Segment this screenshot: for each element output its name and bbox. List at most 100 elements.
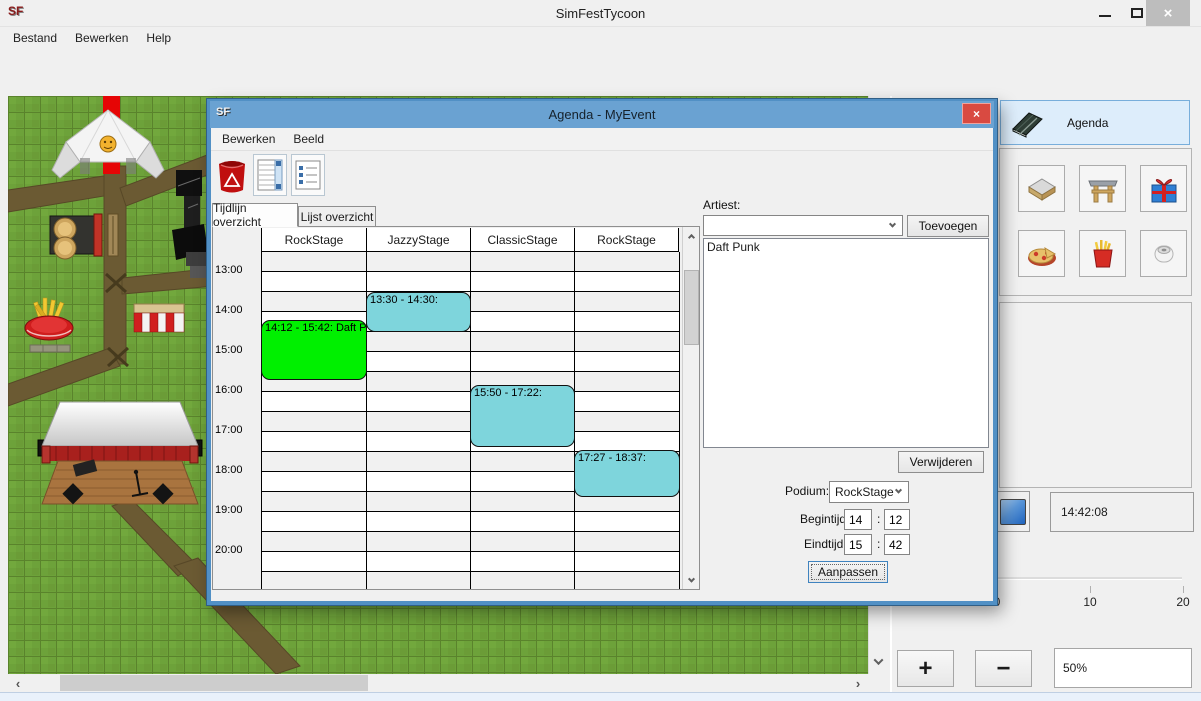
schedule-event[interactable]: 14:12 - 15:42: Daft Punk xyxy=(261,320,367,380)
artist-label: Artiest: xyxy=(703,198,740,212)
grid-scroll-down[interactable] xyxy=(683,572,700,589)
agenda-button[interactable]: Agenda xyxy=(1000,100,1190,145)
dialog-menu-beeld[interactable]: Beeld xyxy=(284,129,333,149)
map-hscroll-thumb[interactable] xyxy=(60,675,368,691)
agenda-dialog: SF Agenda - MyEvent × BewerkenBeeld xyxy=(207,99,997,605)
menu-bewerken[interactable]: Bewerken xyxy=(66,28,137,48)
grid-scroll-thumb[interactable] xyxy=(684,270,699,345)
titlebar: SF SimFestTycoon × xyxy=(0,0,1201,26)
grid-scrollbar[interactable] xyxy=(682,227,699,589)
agenda-button-label: Agenda xyxy=(1067,116,1108,130)
burger-stand xyxy=(50,214,118,259)
dialog-titlebar[interactable]: SF Agenda - MyEvent × xyxy=(210,101,994,128)
artist-listbox[interactable]: Daft Punk xyxy=(703,238,989,448)
dialog-close-button[interactable]: × xyxy=(962,103,991,124)
menu-bestand[interactable]: Bestand xyxy=(4,28,66,48)
zoom-out-button[interactable]: − xyxy=(975,650,1032,687)
list-view-icon xyxy=(295,160,321,190)
schedule-event[interactable]: 13:30 - 14:30: xyxy=(366,292,471,332)
delete-bin-button[interactable] xyxy=(215,158,249,196)
hour-label: 16:00 xyxy=(215,384,259,396)
chevron-down-icon xyxy=(895,487,902,494)
item-button-torii-gate[interactable] xyxy=(1079,165,1126,212)
fries-icon xyxy=(1086,238,1120,270)
timeline-view-button[interactable] xyxy=(253,154,287,196)
dialog-menu-bewerken[interactable]: Bewerken xyxy=(213,129,284,149)
agenda-book-icon xyxy=(1009,107,1045,139)
end-time-label: Eindtijd: xyxy=(804,537,847,551)
zoom-level-value: 50% xyxy=(1063,661,1087,675)
begin-hour-input[interactable] xyxy=(844,509,872,530)
scroll-right-icon: › xyxy=(850,674,866,692)
remove-artist-button[interactable]: Verwijderen xyxy=(898,451,984,473)
stage-header: RockStage xyxy=(574,228,679,252)
stage-header: RockStage xyxy=(261,228,366,252)
end-hour-input[interactable] xyxy=(844,534,872,555)
play-icon xyxy=(1000,499,1026,525)
artist-list-item[interactable]: Daft Punk xyxy=(704,239,988,255)
stage-header: ClassicStage xyxy=(470,228,574,252)
scroll-left-icon: ‹ xyxy=(10,674,26,692)
begin-time-label: Begintijd: xyxy=(800,512,849,526)
tab-tijdlijn-overzicht[interactable]: Tijdlijn overzicht xyxy=(212,203,298,227)
schedule-event[interactable]: 17:27 - 18:37: xyxy=(574,450,680,497)
hour-label: 19:00 xyxy=(215,504,259,516)
close-button[interactable]: × xyxy=(1146,0,1190,26)
hour-label: 14:00 xyxy=(215,304,259,316)
clock-time: 14:42:08 xyxy=(1061,505,1108,519)
slider-tick xyxy=(1090,586,1091,593)
hour-label: 17:00 xyxy=(215,424,259,436)
schedule-event[interactable]: 15:50 - 17:22: xyxy=(470,385,575,446)
schedule-grid[interactable]: RockStageJazzyStageClassicStageRockStage… xyxy=(212,226,700,590)
platform-icon xyxy=(1025,173,1059,205)
tab-lijst-overzicht[interactable]: Lijst overzicht xyxy=(298,206,376,227)
hour-label: 20:00 xyxy=(215,544,259,556)
podium-combo[interactable]: RockStage xyxy=(829,481,909,503)
grid-scroll-up[interactable] xyxy=(683,227,700,244)
time-separator: : xyxy=(877,537,880,551)
dialog-title: Agenda - MyEvent xyxy=(210,107,994,122)
item-button-fries[interactable] xyxy=(1079,230,1126,277)
chevron-down-icon xyxy=(889,221,896,228)
pizza-icon xyxy=(1025,238,1059,270)
apply-button[interactable]: Aanpassen xyxy=(808,561,888,583)
item-button-pizza[interactable] xyxy=(1018,230,1065,277)
maximize-icon xyxy=(1131,8,1143,18)
slider-label: 20 xyxy=(1168,595,1198,609)
main-menubar: BestandBewerkenHelp xyxy=(0,26,1201,48)
podium-label: Podium: xyxy=(785,484,829,498)
end-minute-input[interactable] xyxy=(884,534,910,555)
app-title: SimFestTycoon xyxy=(0,6,1201,21)
begin-minute-input[interactable] xyxy=(884,509,910,530)
clock-display: 14:42:08 xyxy=(1050,492,1194,532)
timeline-view-icon xyxy=(257,159,283,191)
map-horizontal-scrollbar[interactable]: ‹ › xyxy=(8,674,868,692)
list-view-button[interactable] xyxy=(291,154,325,196)
zoom-level-box[interactable]: 50% xyxy=(1054,648,1192,688)
menu-help[interactable]: Help xyxy=(137,28,180,48)
scroll-down-icon xyxy=(874,655,884,665)
recycle-bin-icon xyxy=(215,158,249,196)
stage-header: JazzyStage xyxy=(366,228,470,252)
item-button-platform[interactable] xyxy=(1018,165,1065,212)
podium-combo-value: RockStage xyxy=(835,485,894,499)
info-box xyxy=(999,302,1192,488)
slider-tick xyxy=(1183,586,1184,593)
main-stage xyxy=(38,402,202,504)
statusbar xyxy=(0,692,1201,701)
zoom-in-button[interactable]: + xyxy=(897,650,954,687)
torii-gate-icon xyxy=(1086,173,1120,205)
gift-icon xyxy=(1147,173,1181,205)
add-artist-button[interactable]: Toevoegen xyxy=(907,215,989,237)
ticket-booth xyxy=(134,304,184,332)
item-button-toilet-paper[interactable] xyxy=(1140,230,1187,277)
time-separator: : xyxy=(877,512,880,526)
item-button-gift[interactable] xyxy=(1140,165,1187,212)
slider-label: 10 xyxy=(1075,595,1105,609)
minimize-button[interactable] xyxy=(1090,0,1120,26)
artist-combo[interactable] xyxy=(703,215,903,236)
hour-label: 15:00 xyxy=(215,344,259,356)
grid-column-line xyxy=(679,252,680,590)
hour-label: 18:00 xyxy=(215,464,259,476)
zoom-in-label: + xyxy=(918,655,932,683)
